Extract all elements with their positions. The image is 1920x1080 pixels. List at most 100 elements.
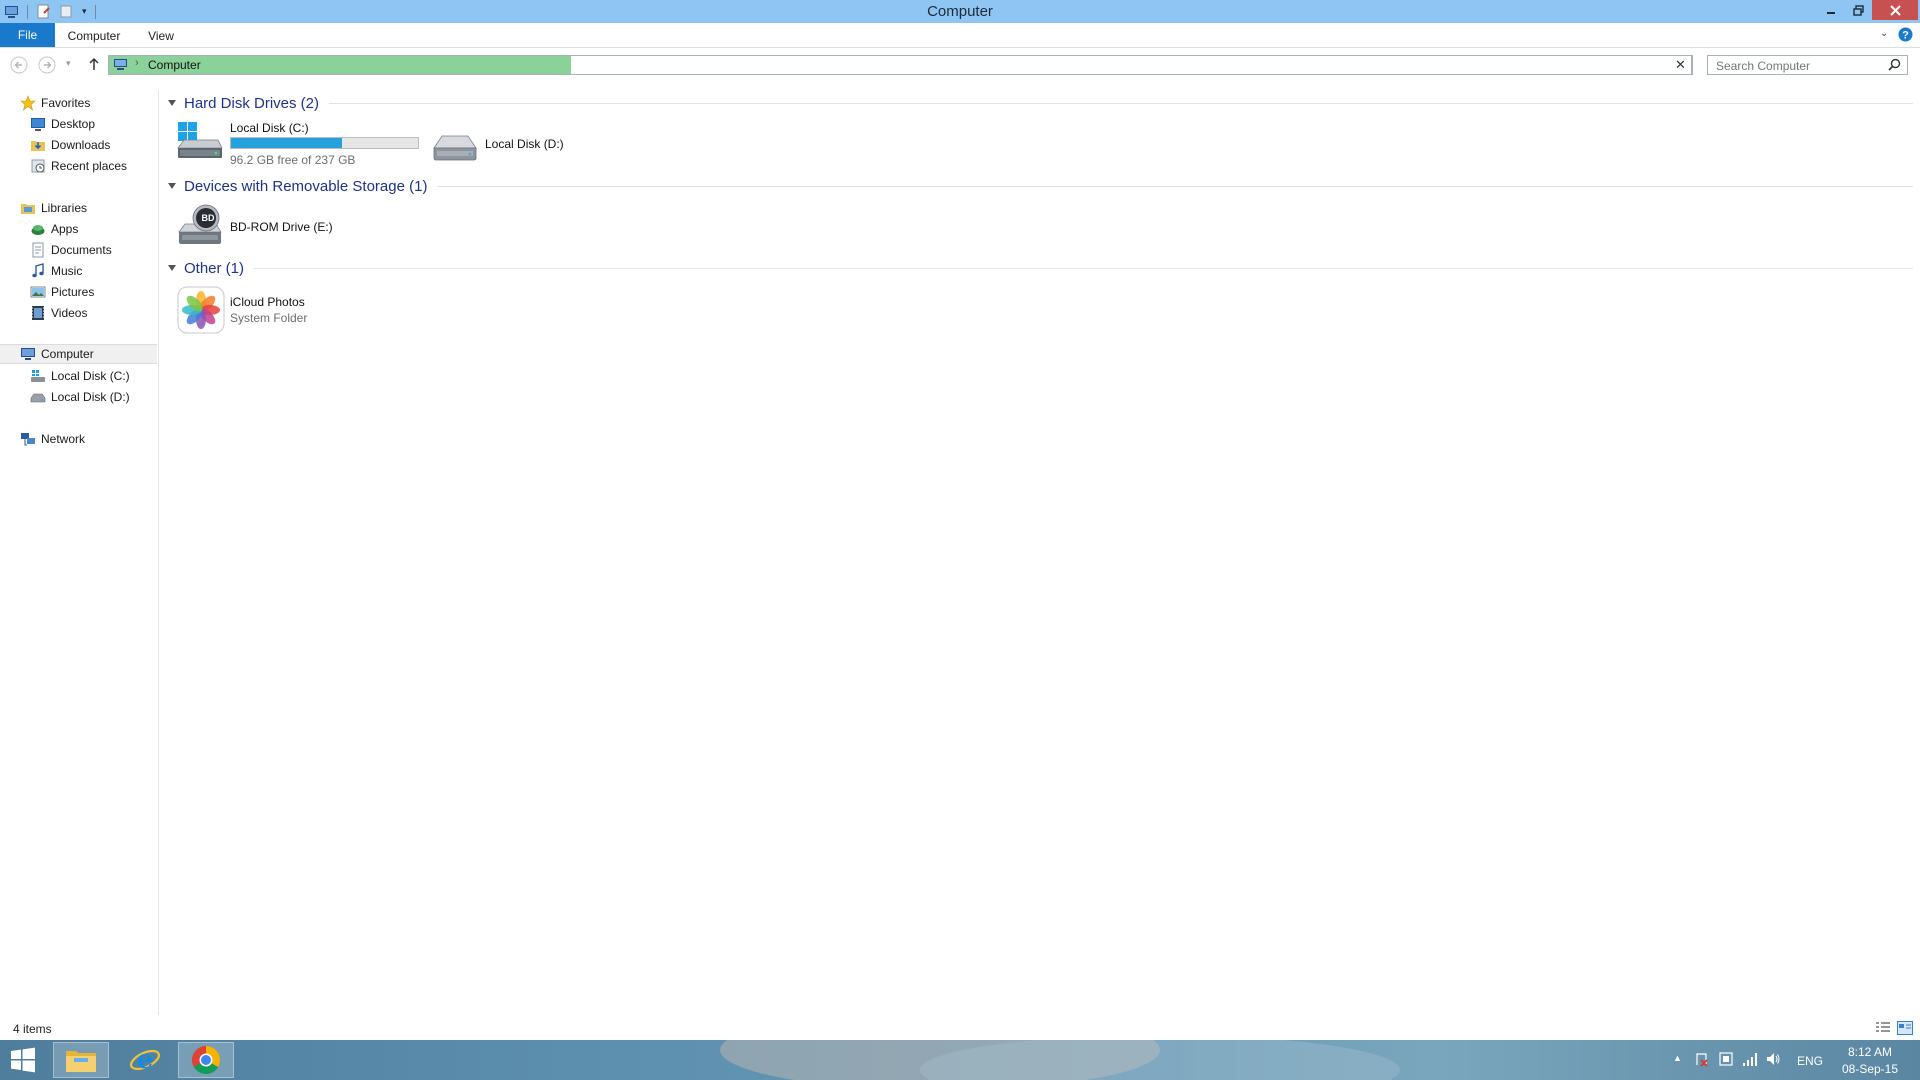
tray-battery-icon[interactable] bbox=[1718, 1051, 1734, 1067]
nav-label: Libraries bbox=[41, 201, 88, 215]
address-bar[interactable]: › Computer ⌄ bbox=[108, 55, 1693, 75]
up-button[interactable] bbox=[86, 56, 102, 75]
nav-label: Local Disk (C:) bbox=[51, 369, 130, 383]
icloud-photos-tile[interactable] bbox=[177, 286, 225, 334]
downloads-icon bbox=[31, 141, 45, 151]
window-title: Computer bbox=[927, 3, 993, 20]
icloud-photos-type: System Folder bbox=[230, 311, 308, 325]
nav-downloads[interactable]: Downloads bbox=[0, 135, 157, 155]
large-icons-view-icon[interactable] bbox=[1897, 1021, 1913, 1035]
icloud-photos-icon bbox=[177, 286, 225, 334]
forward-button[interactable] bbox=[37, 55, 57, 75]
details-view-icon[interactable] bbox=[1875, 1021, 1891, 1035]
tab-file[interactable]: File bbox=[0, 23, 55, 47]
nav-local-disk-d[interactable]: Local Disk (D:) bbox=[0, 387, 157, 407]
nav-videos[interactable]: Videos bbox=[0, 303, 157, 323]
breadcrumb-computer[interactable]: Computer bbox=[148, 58, 201, 72]
navigation-pane: Favorites Desktop Downloads Recent place… bbox=[0, 90, 159, 1015]
tab-view[interactable]: View bbox=[142, 26, 180, 46]
taskbar bbox=[0, 1040, 1920, 1080]
drive-free-c: 96.2 GB free of 237 GB bbox=[230, 153, 356, 167]
tray-time[interactable]: 8:12 AM bbox=[1844, 1045, 1896, 1059]
nav-music[interactable]: Music bbox=[0, 261, 157, 281]
forward-arrow-icon bbox=[38, 56, 56, 74]
nav-documents[interactable]: Documents bbox=[0, 240, 157, 260]
search-box[interactable] bbox=[1707, 55, 1908, 75]
nav-label: Computer bbox=[41, 347, 94, 361]
nav-label: Favorites bbox=[41, 96, 91, 110]
title-bar: ▾ Computer bbox=[0, 0, 1920, 23]
restore-icon bbox=[1852, 4, 1864, 16]
drive-name-c: Local Disk (C:) bbox=[230, 121, 309, 135]
group-divider bbox=[329, 102, 1913, 104]
search-icon[interactable] bbox=[1888, 58, 1901, 71]
taskbar-internet-explorer[interactable]: e bbox=[117, 1042, 173, 1078]
group-title: Devices with Removable Storage (1) bbox=[184, 177, 428, 195]
tray-action-center-icon[interactable] bbox=[1694, 1051, 1710, 1067]
nav-computer[interactable]: Computer bbox=[0, 344, 157, 364]
group-removable-storage[interactable]: Devices with Removable Storage (1) bbox=[168, 176, 1913, 196]
taskbar-chrome[interactable] bbox=[178, 1042, 234, 1078]
tray-language[interactable]: ENG bbox=[1797, 1054, 1823, 1068]
nav-label: Desktop bbox=[51, 117, 96, 131]
collapse-icon[interactable] bbox=[168, 265, 176, 271]
restore-button[interactable] bbox=[1845, 0, 1871, 20]
group-hard-disk-drives[interactable]: Hard Disk Drives (2) bbox=[168, 93, 1913, 113]
close-button[interactable] bbox=[1872, 0, 1918, 20]
bd-badge: BD bbox=[201, 213, 215, 223]
tab-computer[interactable]: Computer bbox=[63, 26, 125, 46]
stop-button[interactable]: ✕ bbox=[1670, 55, 1692, 75]
videos-icon bbox=[32, 306, 44, 320]
wallpaper-art bbox=[720, 1040, 1400, 1080]
nav-apps[interactable]: Apps bbox=[0, 219, 157, 239]
nav-label: Pictures bbox=[51, 285, 95, 299]
collapse-icon[interactable] bbox=[168, 100, 176, 106]
nav-label: Videos bbox=[51, 306, 88, 320]
minimize-button[interactable] bbox=[1818, 0, 1844, 20]
nav-label: Downloads bbox=[51, 138, 111, 152]
drive-icon bbox=[30, 393, 46, 403]
tray-show-hidden-icon[interactable]: ▲ bbox=[1673, 1053, 1682, 1063]
nav-label: Local Disk (D:) bbox=[51, 390, 130, 404]
nav-network[interactable]: Network bbox=[0, 429, 157, 449]
ie-icon: e bbox=[129, 1045, 161, 1075]
nav-pictures[interactable]: Pictures bbox=[0, 282, 157, 302]
nav-label: Apps bbox=[51, 222, 79, 236]
up-arrow-icon bbox=[89, 57, 99, 70]
group-title: Hard Disk Drives (2) bbox=[184, 94, 320, 112]
nav-local-disk-c[interactable]: Local Disk (C:) bbox=[0, 366, 157, 386]
nav-recent-places[interactable]: Recent places bbox=[0, 156, 157, 176]
tray-date[interactable]: 08-Sep-15 bbox=[1840, 1062, 1900, 1076]
nav-libraries[interactable]: Libraries bbox=[0, 198, 157, 218]
drive-icon bbox=[177, 122, 223, 158]
nav-favorites[interactable]: Favorites bbox=[0, 93, 157, 113]
computer-icon bbox=[114, 59, 127, 70]
chrome-icon bbox=[192, 1046, 220, 1074]
icloud-photos-name: iCloud Photos bbox=[230, 295, 305, 309]
breadcrumb-chevron-icon[interactable]: › bbox=[135, 57, 139, 69]
tray-network-signal-icon[interactable] bbox=[1742, 1051, 1758, 1067]
close-icon bbox=[1889, 4, 1901, 16]
group-title: Other (1) bbox=[184, 259, 245, 277]
drive-name-d: Local Disk (D:) bbox=[485, 137, 564, 151]
nav-desktop[interactable]: Desktop bbox=[0, 114, 157, 134]
drive-usage-bar-c bbox=[230, 137, 419, 149]
tray-volume-icon[interactable] bbox=[1765, 1051, 1781, 1067]
expand-ribbon-icon[interactable]: ⌄ bbox=[1880, 28, 1888, 39]
search-input[interactable] bbox=[1714, 57, 1888, 75]
back-button[interactable] bbox=[9, 55, 29, 75]
group-divider bbox=[254, 267, 1913, 269]
taskbar-file-explorer[interactable] bbox=[53, 1042, 109, 1078]
group-other[interactable]: Other (1) bbox=[168, 258, 1913, 278]
collapse-icon[interactable] bbox=[168, 183, 176, 189]
recent-places-icon bbox=[31, 159, 45, 173]
music-icon bbox=[32, 263, 44, 278]
apps-icon bbox=[31, 225, 45, 235]
nav-label: Music bbox=[51, 264, 83, 278]
nav-label: Network bbox=[41, 432, 86, 446]
nav-label: Documents bbox=[51, 243, 112, 257]
pictures-icon bbox=[30, 286, 46, 298]
help-icon[interactable]: ? bbox=[1898, 27, 1913, 42]
recent-locations-icon[interactable]: ▾ bbox=[66, 58, 71, 69]
start-button[interactable] bbox=[0, 1040, 46, 1080]
